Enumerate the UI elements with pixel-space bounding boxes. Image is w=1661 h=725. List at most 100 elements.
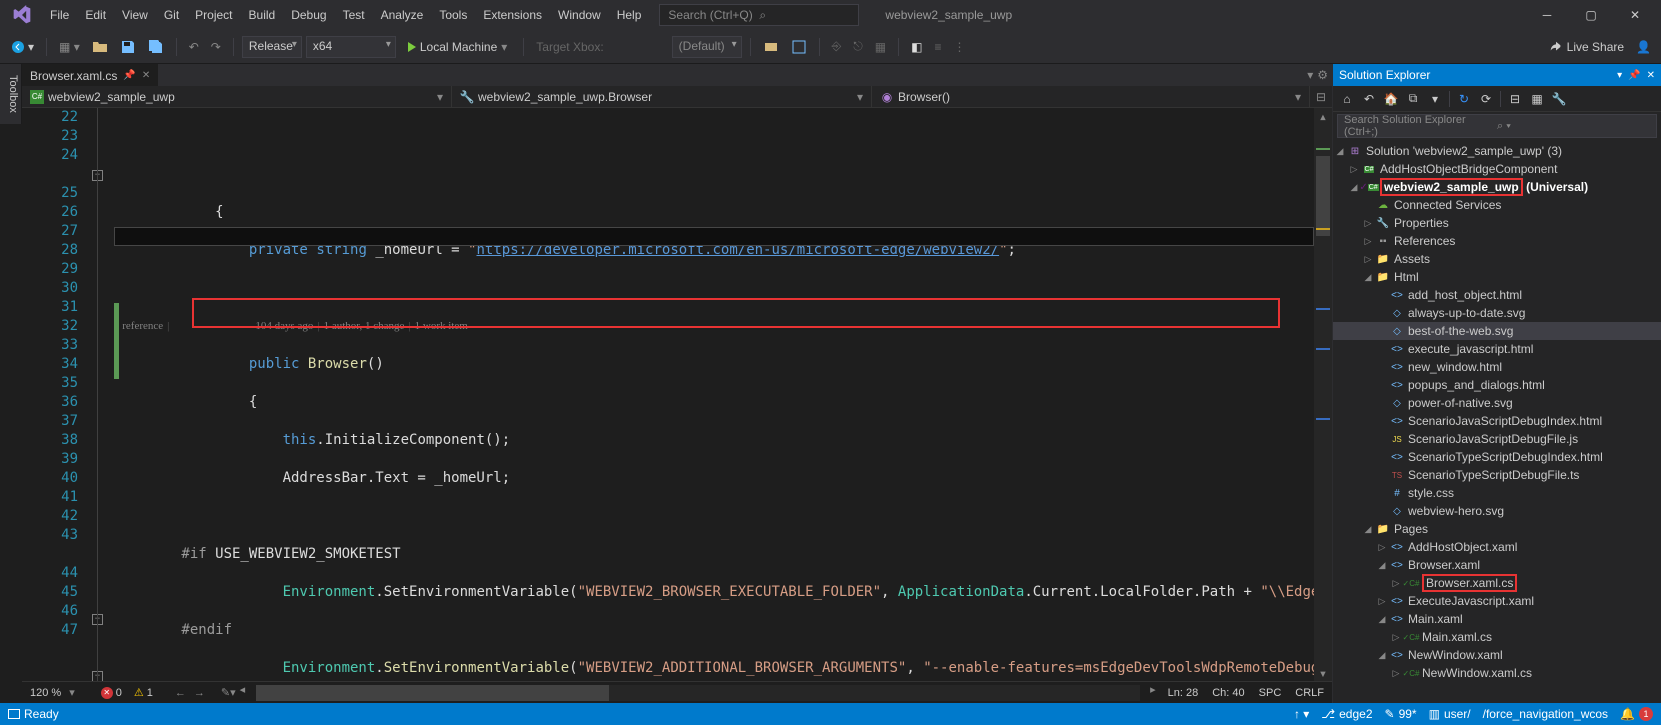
back-icon[interactable]: ↶ bbox=[1359, 89, 1379, 109]
repo-status[interactable]: /force_navigation_wcos bbox=[1483, 707, 1608, 721]
menu-window[interactable]: Window bbox=[550, 4, 609, 26]
tree-node[interactable]: ◢📁Html bbox=[1333, 268, 1661, 286]
menu-view[interactable]: View bbox=[114, 4, 156, 26]
tree-node[interactable]: ▷C#AddHostObjectBridgeComponent bbox=[1333, 160, 1661, 178]
close-button[interactable]: ✕ bbox=[1613, 0, 1657, 30]
menu-project[interactable]: Project bbox=[187, 4, 240, 26]
user-status[interactable]: ▥user/ bbox=[1429, 707, 1471, 721]
tree-node[interactable]: ▷📁Assets bbox=[1333, 250, 1661, 268]
tree-node[interactable]: ☁Connected Services bbox=[1333, 196, 1661, 214]
tb-icon-6[interactable]: ≡ bbox=[930, 35, 945, 59]
nav-prev-icon[interactable]: ← bbox=[175, 687, 186, 699]
tab-dropdown-icon[interactable]: ▾ bbox=[1307, 68, 1313, 82]
menu-search[interactable]: Search (Ctrl+Q) ⌕ bbox=[659, 4, 859, 26]
notifications[interactable]: 🔔 1 bbox=[1620, 707, 1653, 721]
tree-node[interactable]: ◇power-of-native.svg bbox=[1333, 394, 1661, 412]
properties-icon[interactable]: 🔧 bbox=[1549, 89, 1569, 109]
menu-help[interactable]: Help bbox=[609, 4, 650, 26]
redo-button[interactable]: ↷ bbox=[207, 35, 225, 59]
refresh-icon[interactable]: ⟳ bbox=[1476, 89, 1496, 109]
nav-back-button[interactable]: ▾ bbox=[6, 35, 38, 59]
new-item-button[interactable]: ▦ ▾ bbox=[55, 35, 84, 59]
tree-node[interactable]: <>add_host_object.html bbox=[1333, 286, 1661, 304]
nav-class[interactable]: 🔧 webview2_sample_uwp.Browser ▾ bbox=[452, 86, 872, 107]
platform-combo[interactable]: x64 bbox=[306, 36, 396, 58]
tree-node[interactable]: ▷<>ExecuteJavascript.xaml bbox=[1333, 592, 1661, 610]
tb-icon-4[interactable]: ⎋ bbox=[849, 35, 867, 59]
menu-file[interactable]: File bbox=[42, 4, 77, 26]
admin-icon[interactable]: 👤 bbox=[1632, 35, 1655, 59]
tree-node[interactable]: ◢<>Browser.xaml bbox=[1333, 556, 1661, 574]
tb-icon-7[interactable]: ⋮ bbox=[949, 35, 969, 59]
horizontal-scrollbar[interactable]: ◂ ▸ bbox=[256, 685, 1140, 701]
tree-node[interactable]: #style.css bbox=[1333, 484, 1661, 502]
tree-node[interactable]: ◢📁Pages bbox=[1333, 520, 1661, 538]
warnings-button[interactable]: ⚠ 1 bbox=[128, 686, 159, 699]
collapse-icon[interactable]: ⊟ bbox=[1505, 89, 1525, 109]
tree-node[interactable]: ◢<>NewWindow.xaml bbox=[1333, 646, 1661, 664]
zoom-level[interactable]: 120 % bbox=[22, 687, 69, 699]
show-all-icon[interactable]: ▦ bbox=[1527, 89, 1547, 109]
tab-gear-icon[interactable]: ⚙ bbox=[1317, 68, 1328, 82]
code-editor[interactable]: 2223242526272829303132333435363738394041… bbox=[22, 108, 1332, 681]
panel-dropdown-icon[interactable]: ▾ bbox=[1617, 70, 1622, 81]
sync-icon[interactable]: ↻ bbox=[1454, 89, 1474, 109]
tb-icon-5[interactable]: ▦ bbox=[871, 35, 890, 59]
filter-icon[interactable]: ▾ bbox=[1425, 89, 1445, 109]
undo-button[interactable]: ↶ bbox=[185, 35, 203, 59]
nav-project[interactable]: C# webview2_sample_uwp ▾ bbox=[22, 86, 452, 107]
menu-extensions[interactable]: Extensions bbox=[475, 4, 550, 26]
tree-node[interactable]: ▷✓C#Browser.xaml.cs bbox=[1333, 574, 1661, 592]
tb-icon-3[interactable]: ⎆ bbox=[828, 35, 846, 59]
tree-node[interactable]: <>ScenarioJavaScriptDebugIndex.html bbox=[1333, 412, 1661, 430]
home-icon[interactable]: ⌂ bbox=[1337, 89, 1357, 109]
split-icon[interactable]: ⊟ bbox=[1310, 86, 1332, 107]
panel-pin-icon[interactable]: 📌 bbox=[1628, 70, 1640, 81]
solution-tree[interactable]: ◢⊞Solution 'webview2_sample_uwp' (3)▷C#A… bbox=[1333, 140, 1661, 703]
live-share-button[interactable]: Live Share bbox=[1549, 40, 1624, 54]
menu-tools[interactable]: Tools bbox=[431, 4, 475, 26]
switch-view-icon[interactable]: ⧉ bbox=[1403, 89, 1423, 109]
panel-title-bar[interactable]: Solution Explorer ▾ 📌 ✕ bbox=[1333, 64, 1661, 86]
menu-edit[interactable]: Edit bbox=[77, 4, 114, 26]
tree-node[interactable]: ▷✓C#Main.xaml.cs bbox=[1333, 628, 1661, 646]
menu-analyze[interactable]: Analyze bbox=[373, 4, 432, 26]
tree-node[interactable]: ◢<>Main.xaml bbox=[1333, 610, 1661, 628]
tree-node[interactable]: ◢✓C#webview2_sample_uwp (Universal) bbox=[1333, 178, 1661, 196]
tree-node[interactable]: <>new_window.html bbox=[1333, 358, 1661, 376]
tree-node[interactable]: ◇webview-hero.svg bbox=[1333, 502, 1661, 520]
tree-node[interactable]: ▷✓C#NewWindow.xaml.cs bbox=[1333, 664, 1661, 682]
tree-node[interactable]: ◇best-of-the-web.svg bbox=[1333, 322, 1661, 340]
home2-icon[interactable]: 🏠 bbox=[1381, 89, 1401, 109]
tb-icon-2[interactable] bbox=[787, 35, 811, 59]
tree-node[interactable]: ▷🔧Properties bbox=[1333, 214, 1661, 232]
target-xbox[interactable]: Target Xbox: bbox=[532, 35, 607, 59]
minimize-button[interactable]: ─ bbox=[1525, 0, 1569, 30]
open-button[interactable] bbox=[88, 35, 112, 59]
close-tab-icon[interactable]: ✕ bbox=[142, 70, 150, 81]
panel-close-icon[interactable]: ✕ bbox=[1647, 70, 1655, 81]
bookmark-icon[interactable]: ◧ bbox=[907, 35, 926, 59]
save-button[interactable] bbox=[116, 35, 140, 59]
tree-node[interactable]: ▷<>AddHostObject.xaml bbox=[1333, 538, 1661, 556]
tb-icon-1[interactable] bbox=[759, 35, 783, 59]
nav-next-icon[interactable]: → bbox=[194, 687, 205, 699]
solution-search[interactable]: Search Solution Explorer (Ctrl+;) ⌕ ▾ bbox=[1337, 114, 1657, 138]
pin-icon[interactable]: 📌 bbox=[123, 70, 135, 81]
toolbox-tab[interactable]: Toolbox bbox=[0, 64, 22, 124]
tree-node[interactable]: <>execute_javascript.html bbox=[1333, 340, 1661, 358]
default-combo[interactable]: (Default) bbox=[672, 36, 742, 58]
tree-node[interactable]: <>popups_and_dialogs.html bbox=[1333, 376, 1661, 394]
tab-browser-xaml-cs[interactable]: Browser.xaml.cs 📌 ✕ bbox=[22, 64, 158, 86]
menu-test[interactable]: Test bbox=[335, 4, 373, 26]
tree-node[interactable]: ◇always-up-to-date.svg bbox=[1333, 304, 1661, 322]
tree-node[interactable]: TSScenarioTypeScriptDebugFile.ts bbox=[1333, 466, 1661, 484]
menu-build[interactable]: Build bbox=[241, 4, 284, 26]
errors-button[interactable]: ✕ 0 bbox=[95, 687, 128, 699]
run-button[interactable]: Local Machine ▾ bbox=[400, 38, 515, 56]
add-to-source[interactable]: ↑ ▾ bbox=[1294, 707, 1309, 721]
tree-node[interactable]: <>ScenarioTypeScriptDebugIndex.html bbox=[1333, 448, 1661, 466]
nav-member[interactable]: ◉ Browser() ▾ bbox=[872, 86, 1310, 107]
menu-git[interactable]: Git bbox=[156, 4, 187, 26]
tree-node[interactable]: ▷▪▪References bbox=[1333, 232, 1661, 250]
